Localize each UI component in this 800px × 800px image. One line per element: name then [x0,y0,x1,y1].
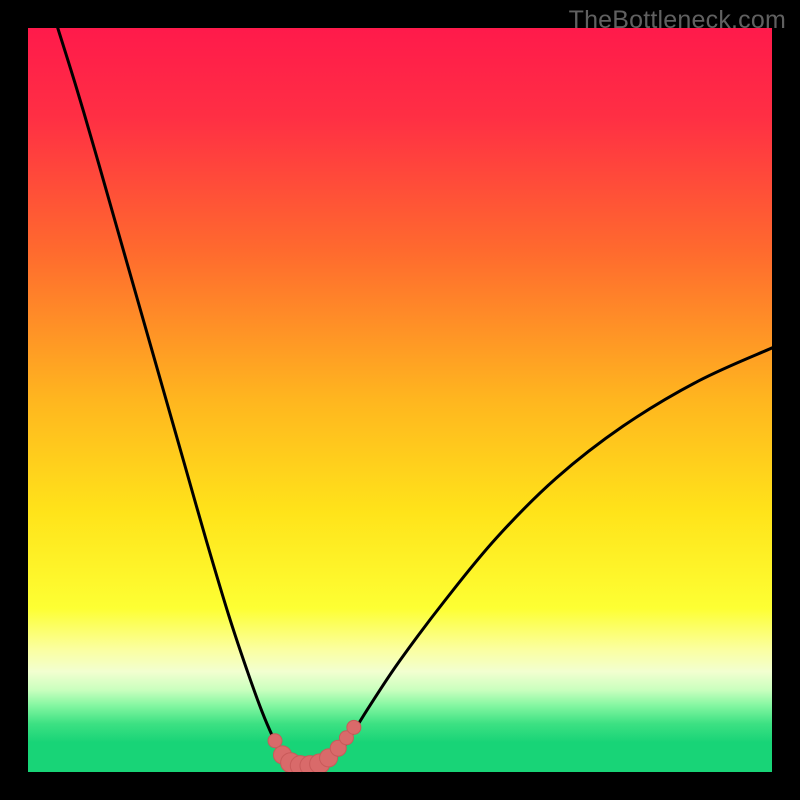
plot-area [28,28,772,772]
valley-marker [347,720,361,734]
chart-frame: TheBottleneck.com [0,0,800,800]
chart-svg [28,28,772,772]
valley-marker [268,734,282,748]
